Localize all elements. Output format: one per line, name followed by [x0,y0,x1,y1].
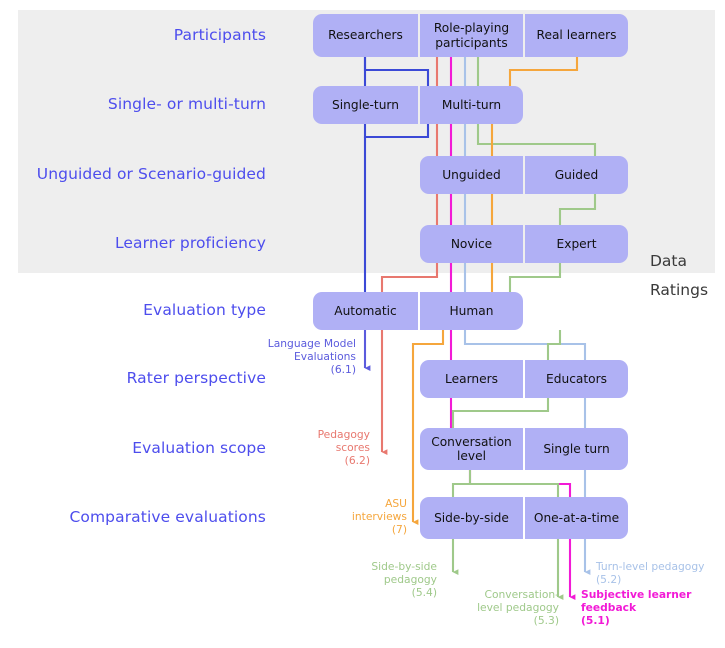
diagram-canvas: Participants Single- or multi-turn Ungui… [0,0,725,648]
node-conversation-level[interactable]: Conversation level [420,428,523,470]
outcome-subjective-learner-feedback: Subjective learner feedback (5.1) [581,588,692,628]
row-label-single-or-multi-turn: Single- or multi-turn [107,95,266,113]
flow-magenta-conv-oneatatime [468,470,572,497]
band-label-ratings: Ratings [650,281,709,299]
node-multi-turn[interactable]: Multi-turn [420,86,523,124]
outcome-pedagogy-scores: Pedagogy scores (6.2) [317,428,370,468]
flow-green-conv-sbs [451,470,472,497]
node-unguided[interactable]: Unguided [420,156,523,194]
outcome-turn-level-pedagogy: Turn-level pedagogy (5.2) [596,560,705,587]
node-side-by-side[interactable]: Side-by-side [420,497,523,539]
flow-green-educators-conv [451,398,550,428]
node-automatic[interactable]: Automatic [313,292,418,330]
flow-green-human-educators [546,330,562,360]
row-label-learner-proficiency: Learner proficiency [114,234,266,252]
outcome-conversation-level-pedagogy: Conversation-level pedagogy (5.3) [477,588,559,628]
node-role-playing-participants[interactable]: Role-playing participants [420,14,523,57]
flow-orange-human-out [411,330,445,505]
row-label-unguided-or-scenario-guided: Unguided or Scenario-guided [36,165,266,183]
node-real-learners[interactable]: Real learners [525,14,628,57]
flow-lightblue-human-educators [463,330,587,360]
row-label-participants: Participants [173,26,266,44]
row-label-evaluation-type: Evaluation type [143,301,266,319]
node-one-at-a-time[interactable]: One-at-a-time [525,497,628,539]
node-educators[interactable]: Educators [525,360,628,398]
node-novice[interactable]: Novice [420,225,523,263]
row-label-comparative-evaluations: Comparative evaluations [69,508,266,526]
flow-green-conv-branch [470,482,560,497]
node-learners[interactable]: Learners [420,360,523,398]
node-expert[interactable]: Expert [525,225,628,263]
node-single-turn[interactable]: Single-turn [313,86,418,124]
band-label-data: Data [650,252,688,270]
node-human[interactable]: Human [420,292,523,330]
outcome-language-model-evaluations: Language Model Evaluations (6.1) [267,337,356,377]
node-researchers[interactable]: Researchers [313,14,418,57]
outcome-asu-interviews: ASU interviews (7) [351,497,407,537]
node-guided[interactable]: Guided [525,156,628,194]
node-single-turn-scope[interactable]: Single turn [525,428,628,470]
outcome-side-by-side-pedagogy: Side-by-side pedagogy (5.4) [371,560,437,600]
